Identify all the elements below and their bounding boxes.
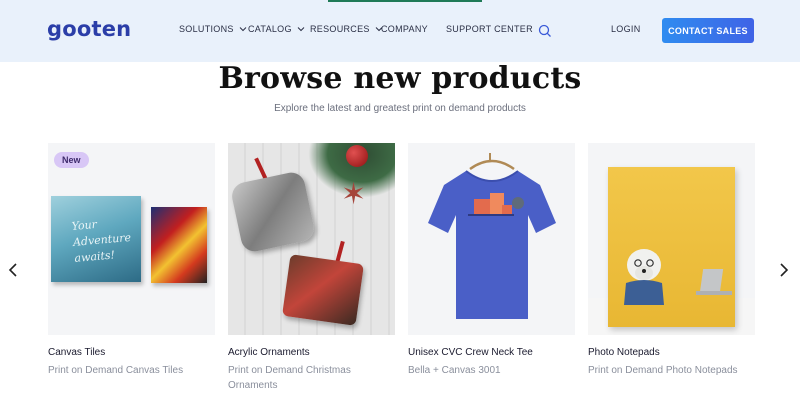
product-card-canvas-tiles[interactable]: New Your Adventure awaits! Canvas Tiles … [48, 143, 215, 378]
product-title[interactable]: Canvas Tiles [48, 347, 215, 358]
product-card-acrylic-ornaments[interactable]: ✶ Acrylic Ornaments Print on Demand Chri… [228, 143, 395, 393]
product-title[interactable]: Unisex CVC Crew Neck Tee [408, 347, 575, 358]
nav-solutions-label: SOLUTIONS [179, 24, 234, 34]
nav-resources-label: RESOURCES [310, 24, 370, 34]
product-card-photo-notepads[interactable]: Photo Notepads Print on Demand Photo Not… [588, 143, 755, 378]
chevron-left-icon[interactable] [7, 262, 19, 278]
crew-neck-tee-image[interactable] [408, 143, 575, 335]
canvas-tiles-image[interactable]: New Your Adventure awaits! [48, 143, 215, 335]
product-title[interactable]: Acrylic Ornaments [228, 347, 395, 358]
top-accent-bar [328, 0, 482, 2]
search-icon[interactable] [538, 24, 552, 38]
nav-solutions[interactable]: SOLUTIONS [179, 24, 247, 34]
acrylic-ornaments-image[interactable]: ✶ [228, 143, 395, 335]
contact-sales-button[interactable]: CONTACT SALES [662, 18, 754, 43]
star-ornament-icon: ✶ [341, 178, 367, 211]
chevron-right-icon[interactable] [778, 262, 790, 278]
nav-catalog[interactable]: CATALOG [248, 24, 305, 34]
dog-photo [624, 249, 664, 305]
site-header: gooten SOLUTIONS CATALOG RESOURCES COMPA… [0, 0, 800, 62]
red-bauble [346, 145, 368, 167]
product-card-crew-neck-tee[interactable]: Unisex CVC Crew Neck Tee Bella + Canvas … [408, 143, 575, 378]
nav-support-center-label: SUPPORT CENTER [446, 24, 533, 34]
new-badge: New [54, 152, 89, 168]
product-subtitle: Print on Demand Christmas Ornaments [228, 365, 351, 391]
product-title[interactable]: Photo Notepads [588, 347, 755, 358]
canvas-tile-small [151, 207, 207, 283]
chevron-down-icon [239, 27, 247, 32]
nav-support-center[interactable]: SUPPORT CENTER [446, 24, 533, 34]
canvas-tile-large: Your Adventure awaits! [51, 196, 141, 282]
laptop-photo [696, 269, 732, 295]
tshirt-graphic [428, 153, 556, 319]
section-title: Browse new products [218, 61, 582, 96]
product-subtitle: Print on Demand Photo Notepads [588, 365, 738, 376]
product-subtitle: Bella + Canvas 3001 [408, 365, 501, 376]
section-subtitle: Explore the latest and greatest print on… [274, 103, 526, 114]
nav-catalog-label: CATALOG [248, 24, 292, 34]
canvas-tile-text: Your Adventure awaits! [71, 217, 132, 265]
nav-resources[interactable]: RESOURCES [310, 24, 383, 34]
chevron-down-icon [297, 27, 305, 32]
nav-company-label: COMPANY [381, 24, 428, 34]
ornament-photo-2 [282, 254, 364, 326]
login-link[interactable]: LOGIN [611, 24, 641, 34]
product-subtitle: Print on Demand Canvas Tiles [48, 365, 184, 376]
photo-notepads-image[interactable] [588, 143, 755, 335]
gooten-logo[interactable]: gooten [47, 17, 131, 41]
nav-company[interactable]: COMPANY [381, 24, 428, 34]
